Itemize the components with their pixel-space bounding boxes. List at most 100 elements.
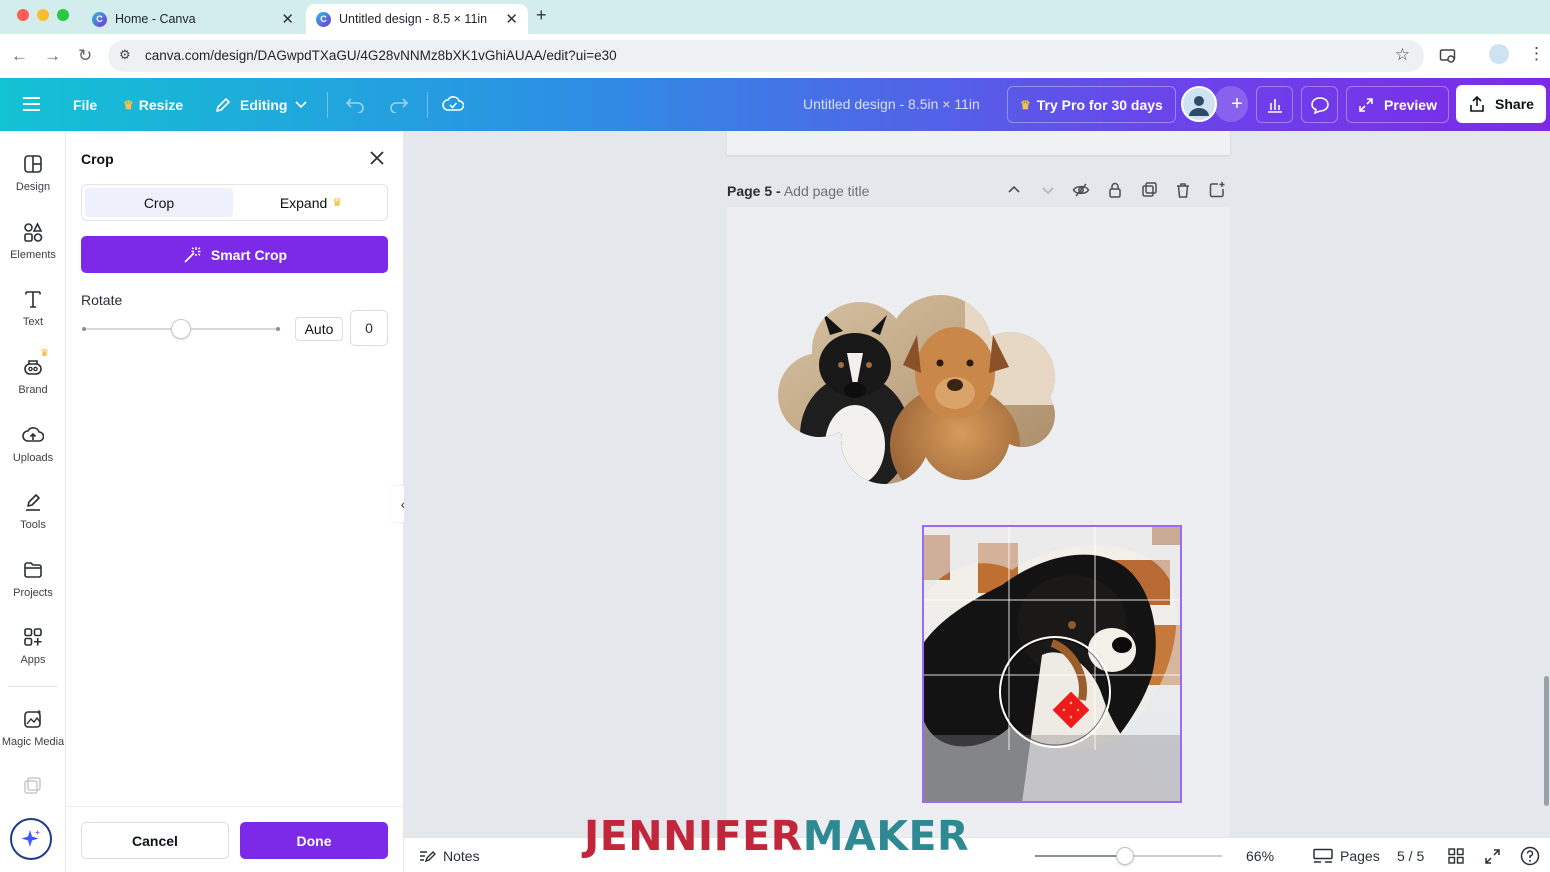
browser-menu-icon[interactable]: ⋮	[1528, 44, 1545, 64]
rail-label: Design	[15, 181, 51, 193]
notes-button[interactable]: Notes	[418, 838, 480, 872]
rotate-degree-input[interactable]: 0	[350, 310, 388, 346]
vertical-scrollbar[interactable]	[1544, 676, 1549, 806]
chevron-down-icon[interactable]	[1039, 181, 1057, 199]
rail-item-brand[interactable]: ♛ Brand	[0, 348, 66, 418]
close-icon[interactable]: ✕	[505, 10, 518, 28]
rotate-slider-thumb[interactable]	[171, 319, 191, 339]
invite-plus-button[interactable]: +	[1214, 86, 1248, 122]
trash-icon[interactable]	[1174, 181, 1192, 199]
crown-icon: ♛	[1020, 97, 1031, 112]
bookmark-star-icon[interactable]: ☆	[1395, 45, 1410, 65]
profile-avatar-icon[interactable]	[1489, 44, 1509, 64]
rail-item-magic-media[interactable]: Magic Media	[0, 708, 66, 770]
reload-icon[interactable]: ↻	[78, 46, 92, 66]
rail-label: Apps	[20, 654, 46, 666]
insights-button[interactable]	[1256, 86, 1293, 123]
rotate-auto-button[interactable]: Auto	[295, 317, 343, 341]
new-tab-plus-icon[interactable]: +	[536, 5, 547, 26]
pages-button[interactable]: Pages	[1313, 838, 1380, 872]
rail-item-design[interactable]: Design	[0, 153, 66, 215]
rail-item-projects[interactable]: Projects	[0, 559, 66, 621]
duplicate-page-icon[interactable]	[1140, 181, 1158, 199]
url-bar[interactable]: ⚙ canva.com/design/DAGwpdTXaGU/4G28vNNMz…	[108, 40, 1424, 72]
tab-title: Home - Canva	[115, 12, 196, 26]
browser-tab-design[interactable]: C Untitled design - 8.5 × 11in ✕	[306, 4, 528, 34]
fullscreen-icon[interactable]	[1484, 848, 1501, 865]
main-menu-icon[interactable]	[23, 96, 41, 112]
preview-button[interactable]: Preview	[1346, 86, 1449, 123]
tab-expand[interactable]: Expand ♛	[237, 188, 385, 217]
chevron-up-icon[interactable]	[1005, 181, 1023, 199]
comments-button[interactable]	[1301, 86, 1338, 123]
rail-label: Magic Media	[1, 736, 65, 748]
rotate-auto-label: Auto	[304, 321, 334, 337]
elements-icon	[24, 222, 43, 242]
cloud-saved-icon[interactable]	[442, 94, 464, 114]
user-avatar[interactable]	[1181, 86, 1217, 122]
rail-item-apps[interactable]: Apps	[0, 626, 66, 688]
editing-mode-button[interactable]: Editing	[214, 78, 308, 131]
design-icon	[24, 155, 42, 173]
done-button[interactable]: Done	[240, 822, 388, 859]
back-arrow-icon[interactable]: ←	[11, 46, 28, 66]
page-label[interactable]: Page 5 - Add page title	[727, 183, 869, 199]
smart-crop-button[interactable]: Smart Crop	[81, 236, 388, 273]
canva-assistant-button[interactable]	[10, 818, 52, 860]
resize-button[interactable]: ♛ Resize	[123, 78, 183, 131]
grid-view-icon[interactable]	[1448, 848, 1464, 864]
panel-title: Crop	[81, 151, 114, 167]
tab-crop[interactable]: Crop	[85, 188, 233, 217]
divider	[327, 92, 328, 118]
page-counter[interactable]: 5 / 5	[1397, 838, 1424, 872]
rail-label: Tools	[20, 519, 46, 531]
file-menu-button[interactable]: File	[73, 78, 97, 131]
cancel-button[interactable]: Cancel	[81, 822, 229, 859]
window-close-button[interactable]	[17, 9, 29, 21]
rail-item-text[interactable]: Text	[0, 288, 66, 350]
page-title-placeholder[interactable]: Add page title	[784, 183, 870, 199]
lock-icon[interactable]	[1106, 181, 1124, 199]
design-title[interactable]: Untitled design - 8.5in × 11in	[803, 96, 980, 112]
window-maximize-button[interactable]	[57, 9, 69, 21]
rail-item-tools[interactable]: Tools	[0, 491, 66, 553]
window-minimize-button[interactable]	[37, 9, 49, 21]
browser-tab-home[interactable]: C Home - Canva ✕	[82, 4, 304, 34]
try-pro-button[interactable]: ♛ Try Pro for 30 days	[1007, 86, 1176, 123]
rail-divider	[8, 686, 58, 687]
cancel-label: Cancel	[132, 832, 178, 849]
canva-header: File ♛ Resize Editing Untitled design - …	[0, 78, 1550, 131]
chevron-down-icon	[295, 100, 308, 108]
done-label: Done	[296, 832, 332, 849]
undo-icon[interactable]	[345, 95, 365, 113]
share-button[interactable]: Share	[1456, 85, 1546, 123]
help-icon[interactable]	[1520, 846, 1540, 866]
crop-selection[interactable]	[922, 525, 1182, 803]
crop-panel: Crop Crop Expand ♛ Smart Crop Rotate Aut…	[66, 131, 404, 872]
zoom-percentage[interactable]: 66%	[1246, 838, 1274, 872]
editing-label: Editing	[240, 96, 288, 113]
more-apps-faded-icon[interactable]	[22, 776, 42, 796]
cloud-frame-photo[interactable]	[775, 295, 1060, 485]
rail-label: Text	[22, 316, 44, 328]
design-page[interactable]	[727, 207, 1230, 837]
add-page-icon[interactable]	[1208, 181, 1226, 199]
cast-search-icon[interactable]	[1439, 47, 1457, 65]
brand-icon	[24, 360, 42, 375]
hide-page-eye-icon[interactable]	[1072, 181, 1090, 199]
close-icon[interactable]	[366, 147, 388, 169]
zoom-slider-thumb[interactable]	[1115, 847, 1134, 865]
redo-icon[interactable]	[389, 95, 409, 113]
tab-crop-label: Crop	[143, 194, 175, 211]
rail-item-elements[interactable]: Elements	[0, 221, 66, 283]
close-icon[interactable]: ✕	[281, 10, 294, 28]
smart-crop-label: Smart Crop	[210, 246, 288, 263]
forward-arrow-icon[interactable]: →	[44, 46, 61, 66]
rail-item-uploads[interactable]: Uploads	[0, 424, 66, 486]
preview-label: Preview	[1384, 96, 1437, 113]
site-settings-icon[interactable]: ⚙	[119, 47, 131, 63]
url-text: canva.com/design/DAGwpdTXaGU/4G28vNNMz8b…	[145, 48, 617, 63]
apps-icon	[24, 628, 42, 646]
zoom-slider-track[interactable]	[1035, 847, 1222, 865]
share-upload-icon	[1470, 95, 1484, 112]
